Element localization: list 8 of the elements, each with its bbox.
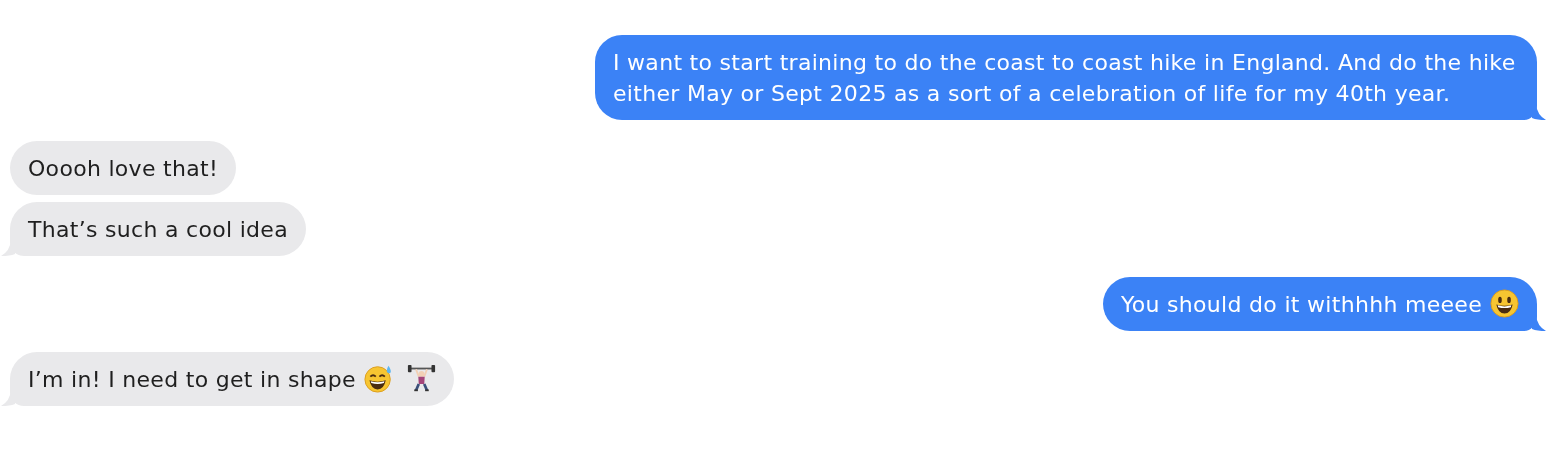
message-text: You should do it withhhh meeee [1121, 292, 1482, 317]
message-text: I want to start training to do the coast to coast hike in England. And do the hike either May or Sept 2025 as a sort of a celebration of life for my 40th year. [613, 50, 1516, 106]
sweat-smile-icon [363, 364, 393, 393]
message-text: I’m in! I need to get in shape [28, 367, 356, 392]
message-text: Ooooh love that! [28, 156, 219, 181]
message-text: That’s such a cool idea [28, 217, 288, 242]
smiley-icon [1490, 289, 1519, 318]
weightlifter-icon [406, 364, 436, 393]
